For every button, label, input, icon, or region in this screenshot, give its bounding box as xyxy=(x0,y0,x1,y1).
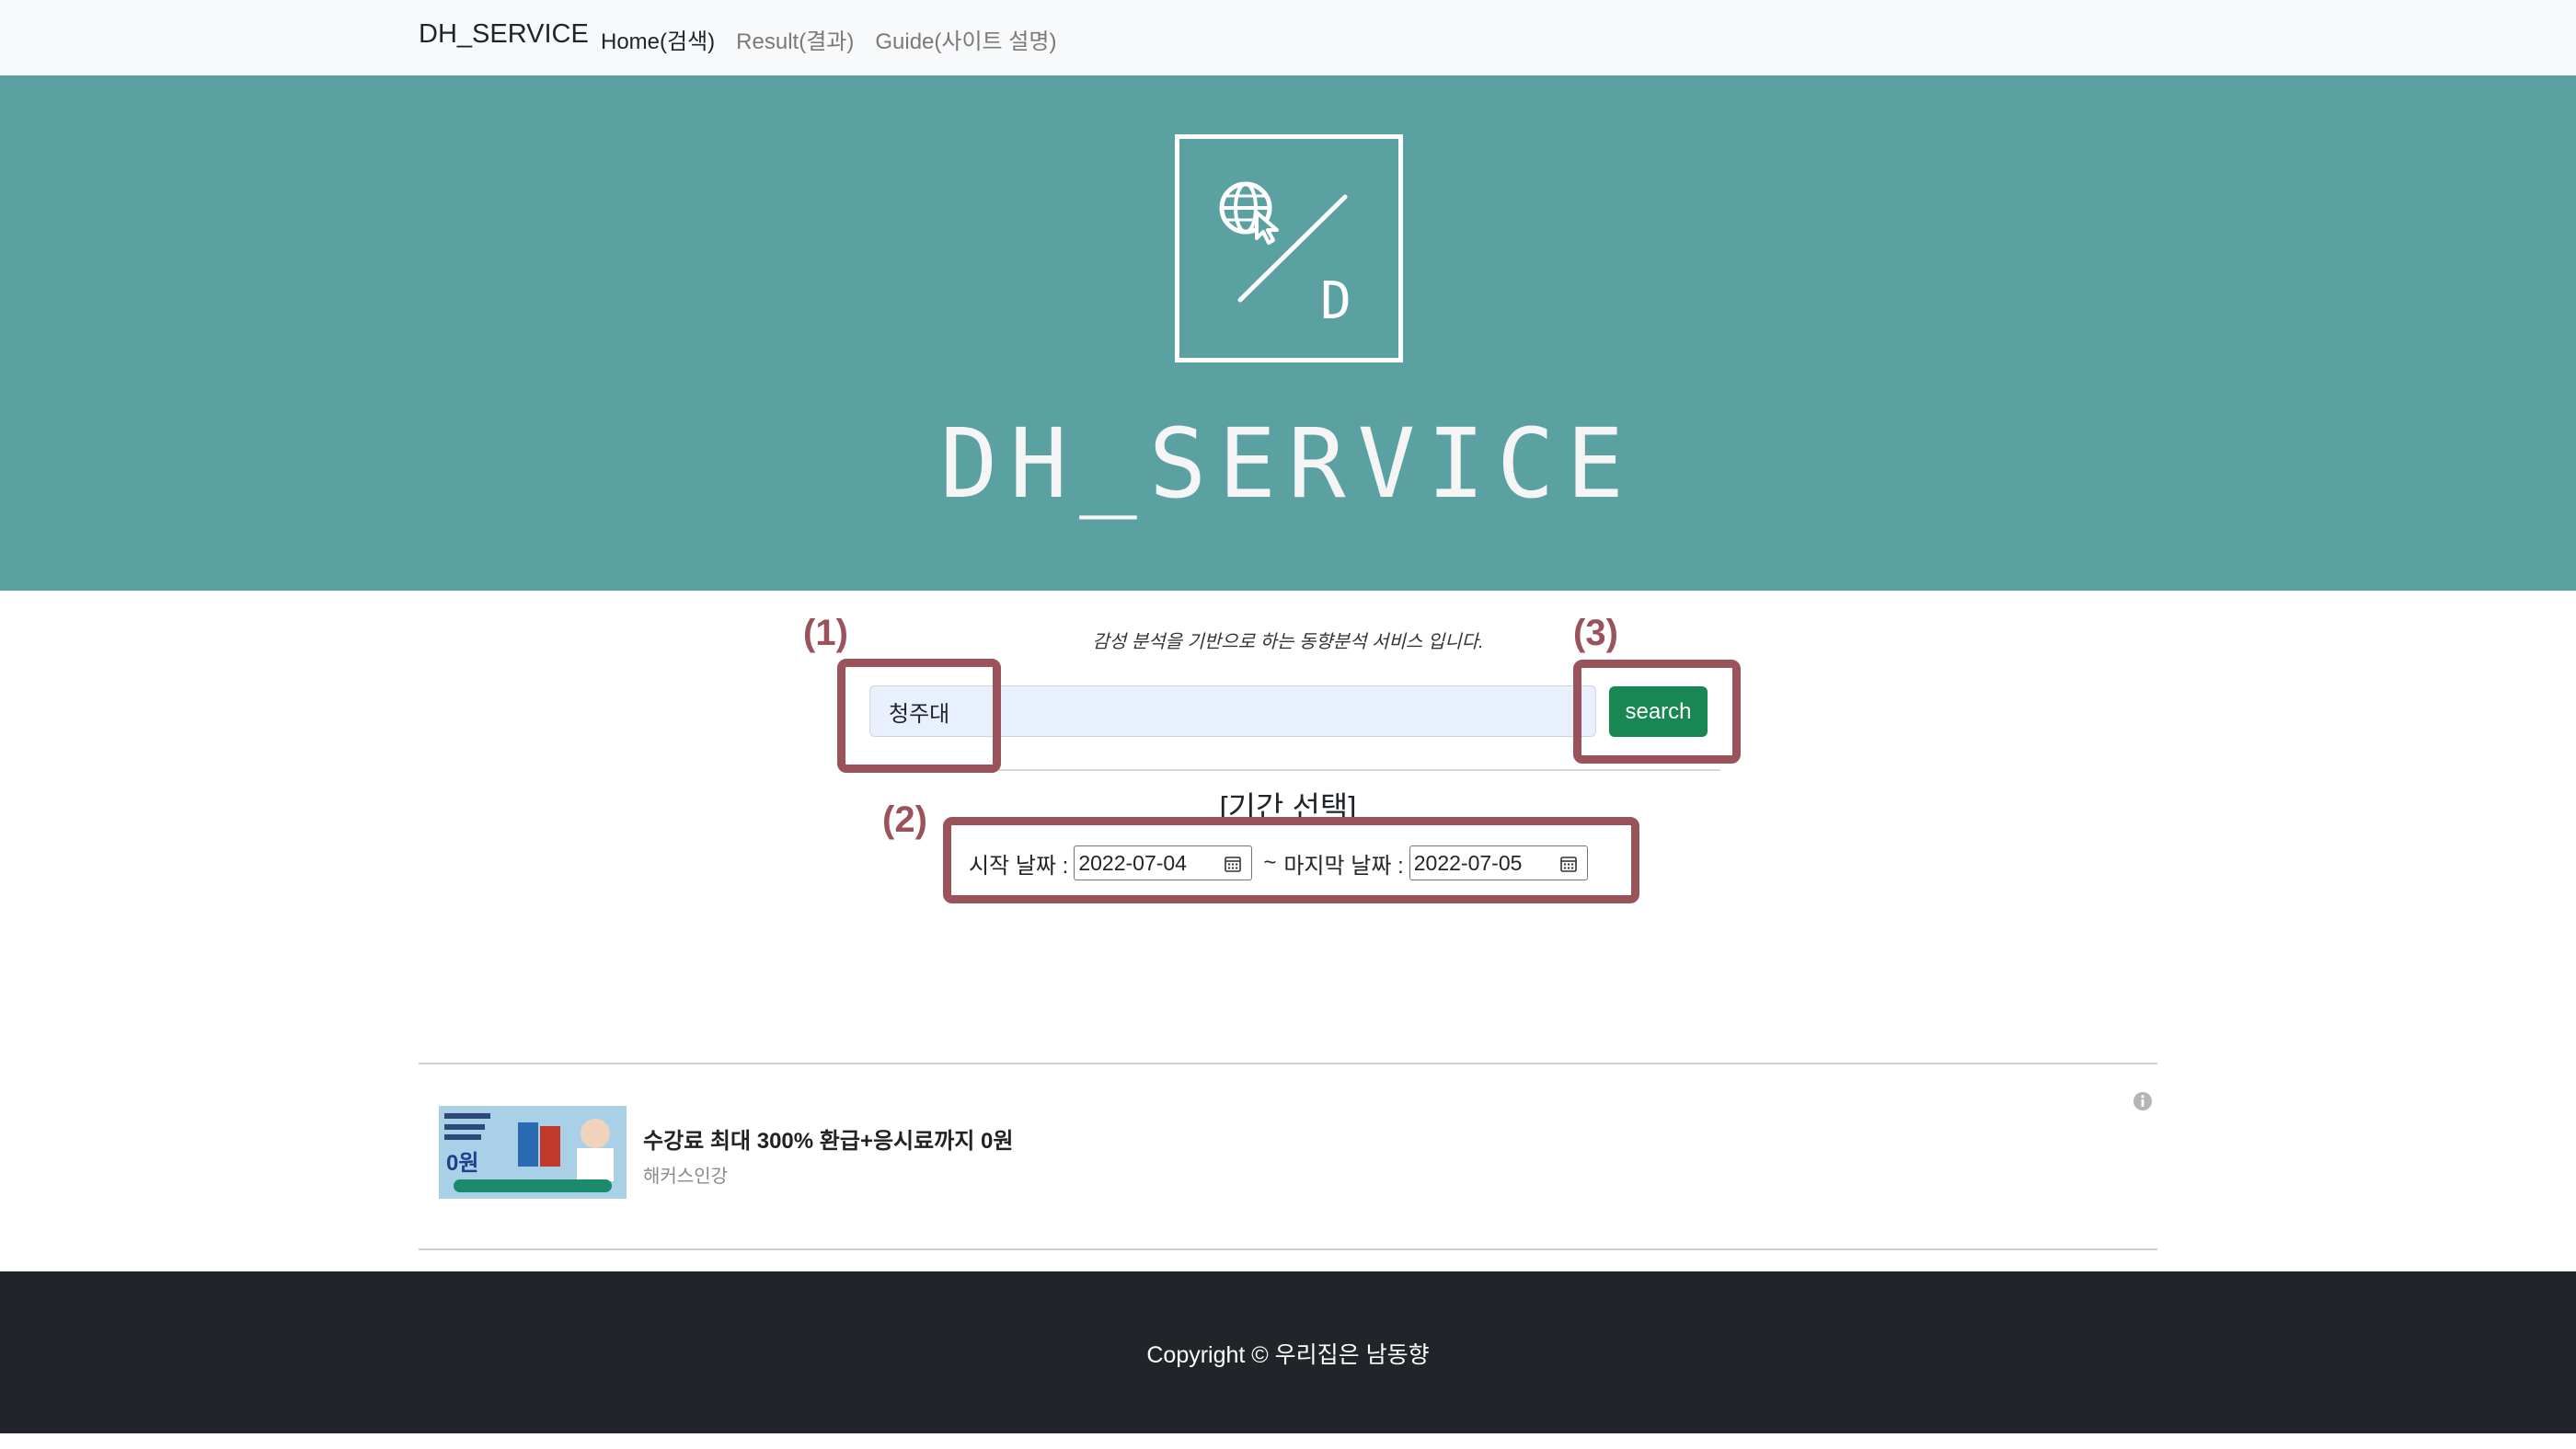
annotation-box-2 xyxy=(943,817,1639,903)
info-icon[interactable] xyxy=(2133,1091,2153,1111)
svg-text:0원: 0원 xyxy=(446,1151,478,1176)
nav-link-result[interactable]: Result(결과) xyxy=(736,23,854,55)
ad-image[interactable]: 0원 xyxy=(439,1106,627,1199)
navbar: DH_SERVICE Home(검색) Result(결과) Guide(사이트… xyxy=(0,0,2576,75)
ad-thumbnail-graphic: 0원 xyxy=(439,1106,627,1199)
divider xyxy=(945,769,1720,771)
annotation-box-1 xyxy=(837,659,1001,773)
ad-title[interactable]: 수강료 최대 300% 환급+응시료까지 0원 xyxy=(643,1122,1013,1155)
footer: Copyright © 우리집은 남동향 xyxy=(0,1271,2576,1433)
navbar-brand[interactable]: DH_SERVICE xyxy=(419,19,589,50)
hero-banner: D DH_SERVICE xyxy=(0,75,2576,591)
ad-divider-top xyxy=(419,1063,2157,1064)
nav-link-guide[interactable]: Guide(사이트 설명) xyxy=(875,23,1056,55)
ad-source: 해커스인강 xyxy=(643,1167,728,1187)
annotation-box-3 xyxy=(1573,660,1741,764)
globe-cursor-logo-icon: D xyxy=(1219,181,1351,331)
ad-divider-bottom xyxy=(419,1248,2157,1250)
nav-link-home[interactable]: Home(검색) xyxy=(601,23,715,55)
hero-title: DH_SERVICE xyxy=(939,408,1637,520)
site-logo: D xyxy=(1175,134,1403,362)
svg-text:D: D xyxy=(1320,271,1351,331)
annotation-label-1: (1) xyxy=(803,613,848,653)
service-tagline: 감성 분석을 기반으로 하는 동향분석 서비스 입니다. xyxy=(1092,632,1484,652)
copyright-text: Copyright © 우리집은 남동향 xyxy=(1146,1342,1430,1368)
nav-links: Home(검색) Result(결과) Guide(사이트 설명) xyxy=(601,23,1056,55)
annotation-label-3: (3) xyxy=(1573,613,1618,653)
annotation-label-2: (2) xyxy=(882,799,927,840)
